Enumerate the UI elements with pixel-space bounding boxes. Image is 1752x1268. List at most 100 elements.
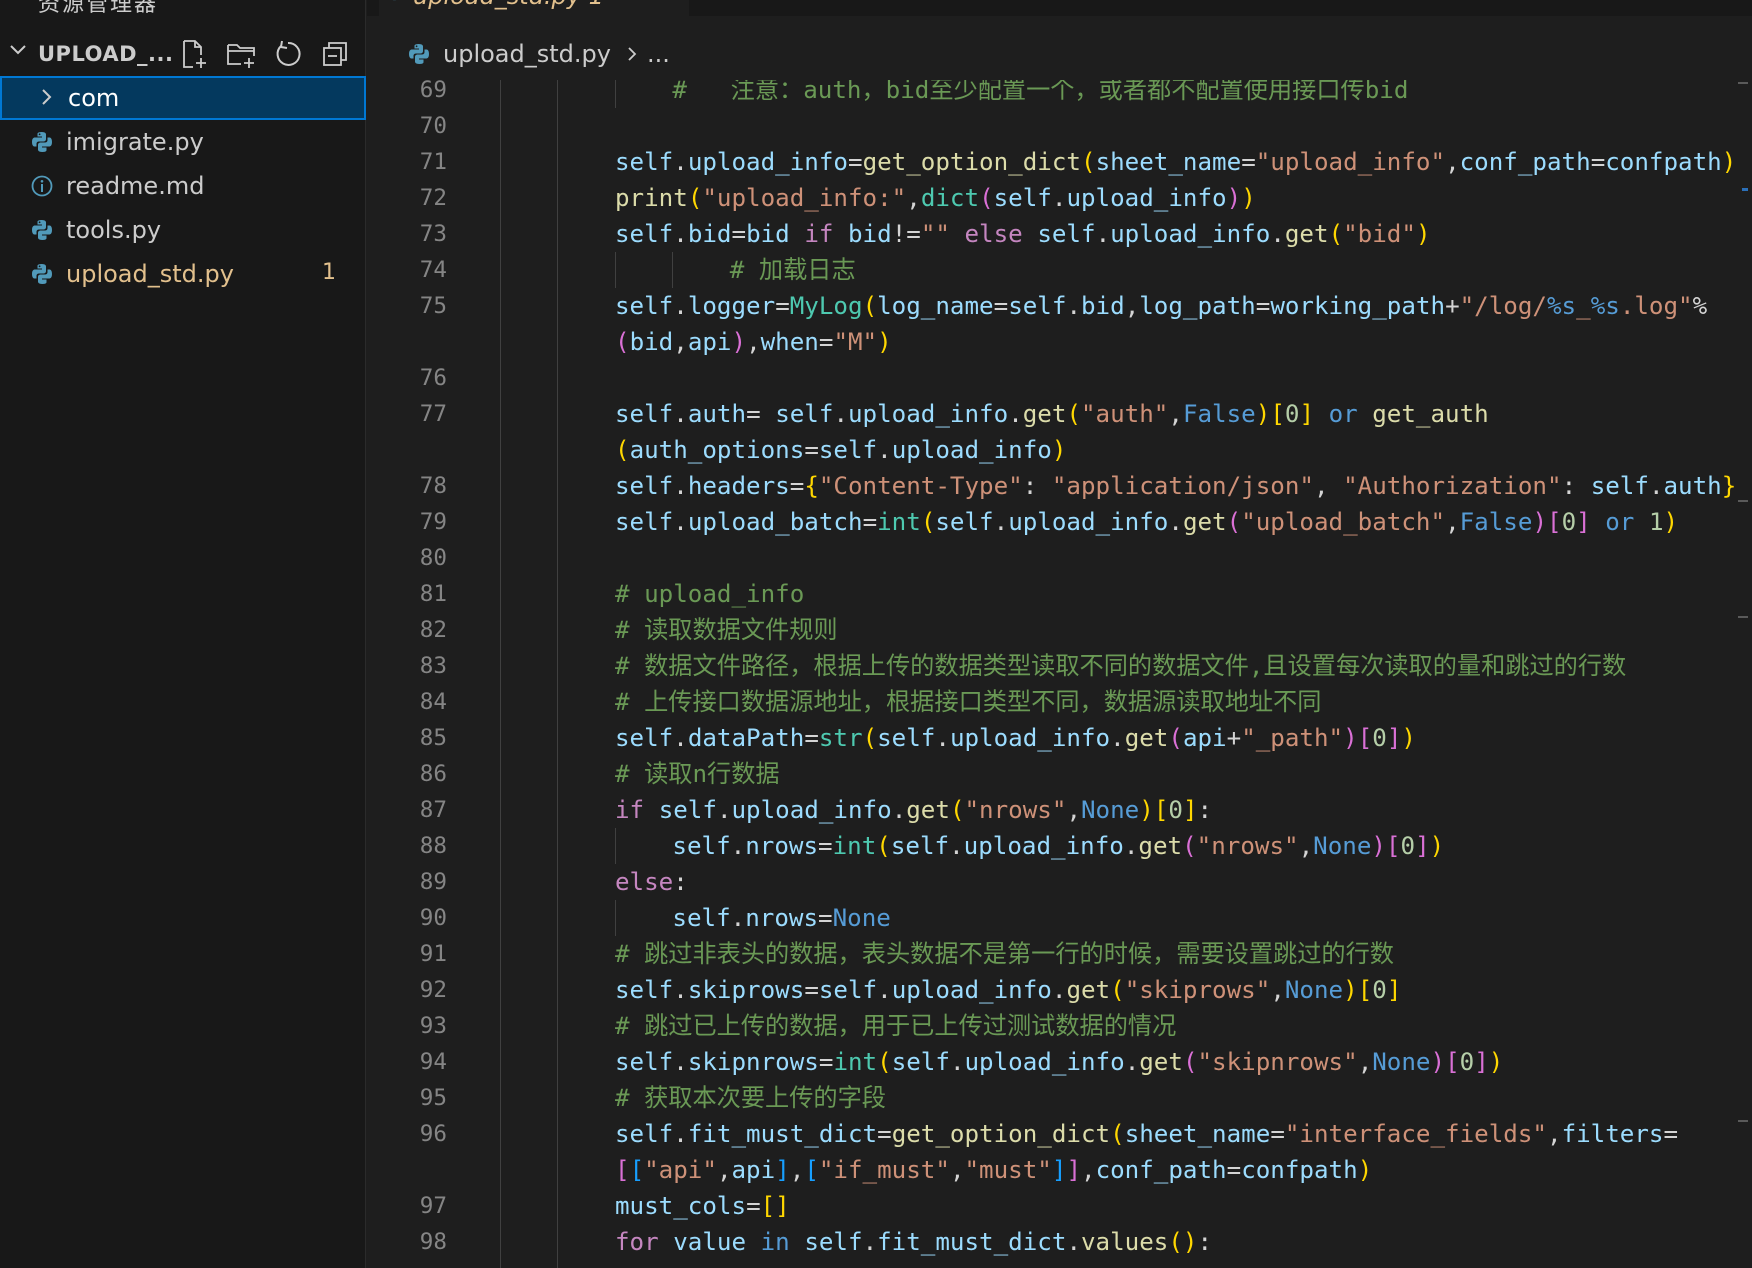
line-number[interactable]: 91 — [367, 936, 447, 972]
code-line[interactable]: 84 # 上传接口数据源地址，根据接口类型不同，数据源读取地址不同 — [367, 684, 1752, 720]
code-token: confpath — [1605, 148, 1722, 176]
code-line[interactable]: 90 self.nrows=None — [367, 900, 1752, 936]
code-line[interactable]: 96 self.fit_must_dict=get_option_dict(she… — [367, 1116, 1752, 1152]
line-number[interactable]: 77 — [367, 396, 447, 432]
code-line[interactable]: 93 # 跳过已上传的数据，用于已上传过测试数据的情况 — [367, 1008, 1752, 1044]
line-number[interactable]: 89 — [367, 864, 447, 900]
collapse-all-icon[interactable] — [319, 38, 351, 70]
code-line[interactable]: 82 # 读取数据文件规则 — [367, 612, 1752, 648]
line-number[interactable]: 74 — [367, 252, 447, 288]
code-token: , — [1547, 1120, 1562, 1148]
line-number[interactable]: 71 — [367, 144, 447, 180]
code-line[interactable]: 74 # 加载日志 — [367, 252, 1752, 288]
code-line[interactable]: 70 — [367, 108, 1752, 144]
line-number[interactable]: 93 — [367, 1008, 447, 1044]
code-line[interactable]: 91 # 跳过非表头的数据，表头数据不是第一行的时候，需要设置跳过的行数 — [367, 936, 1752, 972]
code-line[interactable]: [["api",api],["if_must","must"]],conf_pa… — [367, 1152, 1752, 1188]
line-number[interactable]: 75 — [367, 288, 447, 324]
line-number[interactable]: 85 — [367, 720, 447, 756]
code-line[interactable]: 95 # 获取本次要上传的字段 — [367, 1080, 1752, 1116]
code-line[interactable]: 85 self.dataPath=str(self.upload_info.get… — [367, 720, 1752, 756]
code-token: ) — [1401, 724, 1416, 752]
line-number[interactable]: 72 — [367, 180, 447, 216]
tree-file-imigrate[interactable]: imigrate.py — [0, 120, 366, 164]
code-line[interactable]: 77 self.auth= self.upload_info.get("auth"… — [367, 396, 1752, 432]
code-token: . — [833, 400, 848, 428]
workspace-folder-name[interactable]: UPLOAD_... — [38, 42, 173, 66]
line-number[interactable]: 73 — [367, 216, 447, 252]
code-token: sheet_name — [1124, 1120, 1271, 1148]
line-number[interactable]: 76 — [367, 360, 447, 396]
code-line[interactable]: (bid,api),when="M") — [367, 324, 1752, 360]
code-token: nrows — [745, 832, 819, 860]
line-number[interactable]: 81 — [367, 576, 447, 612]
breadcrumb-symbols[interactable]: ... — [647, 40, 670, 68]
code-line[interactable]: 76 — [367, 360, 1752, 396]
code-token: . — [673, 508, 688, 536]
code-token: = — [746, 400, 776, 428]
line-number[interactable]: 84 — [367, 684, 447, 720]
line-number[interactable]: 80 — [367, 540, 447, 576]
code-line[interactable]: (auth_options=self.upload_info) — [367, 432, 1752, 468]
code-editor[interactable]: 69 # 注意：auth，bid至少配置一个，或者都不配置使用接口传bid 70 71… — [367, 80, 1752, 1268]
code-token: ( — [1226, 508, 1242, 536]
code-token: "nrows" — [1196, 832, 1299, 860]
code-line[interactable]: 72 print("upload_info:",dict(self.upload_… — [367, 180, 1752, 216]
line-number[interactable]: 98 — [367, 1224, 447, 1260]
code-line[interactable]: 81 # upload_info — [367, 576, 1752, 612]
code-line[interactable]: 83 # 数据文件路径，根据上传的数据类型读取不同的数据文件,且设置每次读取的量和… — [367, 648, 1752, 684]
tab-upload-std[interactable]: upload_std.py 1 — [379, 0, 689, 16]
tree-file-upload-std[interactable]: upload_std.py 1 — [0, 252, 366, 296]
breadcrumb-file[interactable]: upload_std.py — [443, 40, 611, 68]
line-number[interactable]: 87 — [367, 792, 447, 828]
refresh-icon[interactable] — [272, 38, 304, 70]
line-number[interactable]: 97 — [367, 1188, 447, 1224]
tree-file-readme[interactable]: readme.md — [0, 164, 366, 208]
line-number[interactable]: 88 — [367, 828, 447, 864]
code-line[interactable]: 71 self.upload_info=get_option_dict(sheet… — [367, 144, 1752, 180]
code-token: get — [1124, 724, 1169, 752]
code-text: self.logger=MyLog(log_name=self.bid,log_… — [615, 288, 1707, 324]
line-number[interactable]: 69 — [367, 80, 447, 108]
code-token: "Content-Type" — [818, 472, 1023, 500]
tree-file-tools[interactable]: tools.py — [0, 208, 366, 252]
code-line[interactable]: 78 self.headers={"Content-Type": "applica… — [367, 468, 1752, 504]
code-line[interactable]: 89 else: — [367, 864, 1752, 900]
line-number[interactable]: 94 — [367, 1044, 447, 1080]
code-line[interactable]: 92 self.skiprows=self.upload_info.get("sk… — [367, 972, 1752, 1008]
line-number[interactable]: 96 — [367, 1116, 447, 1152]
line-number[interactable]: 82 — [367, 612, 447, 648]
code-line[interactable]: 88 self.nrows=int(self.upload_info.get("n… — [367, 828, 1752, 864]
code-token: self — [672, 832, 731, 860]
code-token: , — [1445, 148, 1460, 176]
new-folder-icon[interactable] — [225, 38, 257, 70]
code-token: str — [818, 724, 863, 752]
code-token: # 跳过已上传的数据，用于已上传过测试数据的情况 — [615, 1012, 1177, 1040]
chevron-right-icon[interactable] — [38, 88, 56, 106]
new-file-icon[interactable] — [178, 38, 210, 70]
line-number[interactable]: 78 — [367, 468, 447, 504]
line-number[interactable]: 86 — [367, 756, 447, 792]
line-number[interactable]: 90 — [367, 900, 447, 936]
code-line[interactable]: 75 self.logger=MyLog(log_name=self.bid,lo… — [367, 288, 1752, 324]
tree-folder-com[interactable]: com — [0, 76, 366, 120]
code-line[interactable]: 80 — [367, 540, 1752, 576]
code-line[interactable]: 94 self.skipnrows=int(self.upload_info.ge… — [367, 1044, 1752, 1080]
code-line[interactable]: 87 if self.upload_info.get("nrows",None)[… — [367, 792, 1752, 828]
code-line[interactable]: 73 self.bid=bid if bid!="" else self.uplo… — [367, 216, 1752, 252]
line-number[interactable]: 79 — [367, 504, 447, 540]
workspace-folder-header[interactable]: UPLOAD_... — [0, 32, 366, 76]
code-line[interactable]: 79 self.upload_batch=int(self.upload_info… — [367, 504, 1752, 540]
code-token: auth — [687, 400, 747, 428]
code-line[interactable]: 69 # 注意：auth，bid至少配置一个，或者都不配置使用接口传bid — [367, 80, 1752, 108]
code-line[interactable]: 86 # 读取n行数据 — [367, 756, 1752, 792]
line-number[interactable]: 95 — [367, 1080, 447, 1116]
line-number[interactable]: 70 — [367, 108, 447, 144]
line-number[interactable]: 83 — [367, 648, 447, 684]
code-token: . — [1123, 832, 1139, 860]
code-line[interactable]: 97 must_cols=[] — [367, 1188, 1752, 1224]
code-line[interactable]: 98 for value in self.fit_must_dict.values… — [367, 1224, 1752, 1260]
line-number[interactable]: 92 — [367, 972, 447, 1008]
chevron-down-icon[interactable] — [8, 40, 28, 60]
